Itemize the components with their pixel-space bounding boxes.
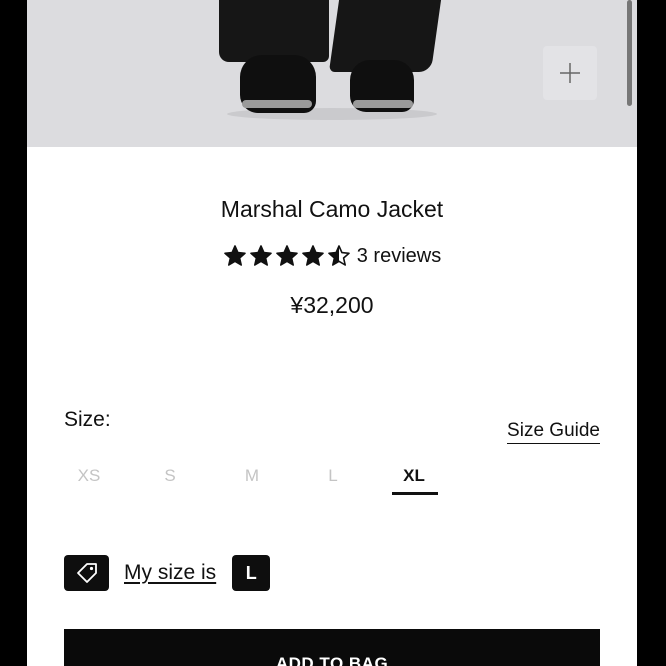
reviews-link[interactable]: 3 reviews	[357, 245, 441, 268]
size-option-s[interactable]: S	[140, 466, 200, 486]
tag-icon-box	[64, 555, 109, 591]
size-selector: XS S M L XL	[27, 462, 637, 502]
my-size: My size is L	[64, 555, 271, 591]
zoom-button[interactable]	[543, 46, 597, 100]
star-half-icon	[327, 245, 350, 266]
size-option-xl[interactable]: XL	[384, 466, 444, 495]
product-screen: Marshal Camo Jacket 3 reviews ¥32,200 Si…	[27, 0, 637, 666]
my-size-link[interactable]: My size is	[124, 561, 216, 585]
plus-icon	[560, 63, 580, 83]
size-label: Size:	[64, 408, 111, 431]
tag-icon	[76, 563, 97, 583]
product-image[interactable]	[27, 0, 637, 147]
star-full-icon	[223, 245, 246, 266]
product-rating[interactable]: 3 reviews	[27, 244, 637, 268]
right-shoe-sole	[353, 100, 413, 108]
left-shoe-sole	[242, 100, 312, 108]
size-option-l[interactable]: L	[303, 466, 363, 486]
size-option-xs[interactable]: XS	[59, 466, 119, 486]
rating-stars	[223, 244, 351, 268]
product-title: Marshal Camo Jacket	[220, 196, 444, 222]
model-left-leg	[219, 0, 329, 62]
star-full-icon	[249, 245, 272, 266]
size-guide-link[interactable]: Size Guide	[507, 420, 600, 444]
product-price: ¥32,200	[290, 292, 374, 318]
my-size-value: L	[232, 555, 271, 591]
scrollbar[interactable]	[627, 0, 632, 106]
star-full-icon	[275, 245, 298, 266]
star-full-icon	[301, 245, 324, 266]
add-to-bag-button[interactable]: ADD TO BAG	[64, 629, 600, 666]
size-option-m[interactable]: M	[222, 466, 282, 486]
